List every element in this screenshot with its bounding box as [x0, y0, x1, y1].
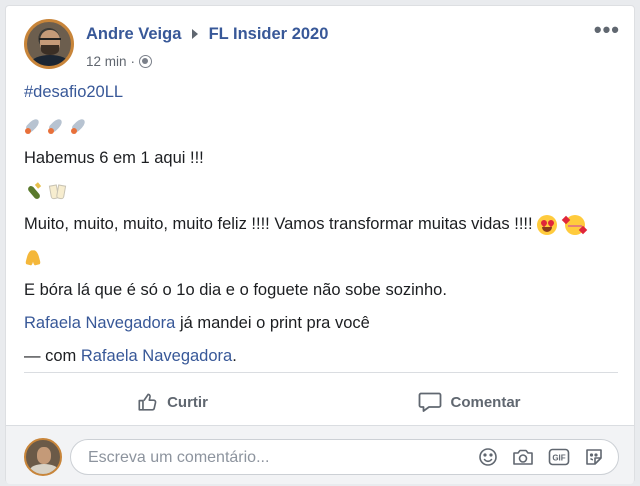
rocket-icon [24, 117, 42, 135]
comment-placeholder: Escreva um comentário... [88, 449, 270, 466]
folded-hands-icon [24, 249, 42, 267]
gif-icon[interactable]: GIF [548, 447, 570, 467]
mention-link[interactable]: Rafaela Navegadora [24, 314, 175, 332]
rockets-line [24, 115, 93, 136]
champagne-line [24, 181, 66, 202]
with-line: — com Rafaela Navegadora. [24, 346, 237, 367]
heart-eyes-emoji-icon [537, 214, 558, 235]
divider [24, 372, 618, 373]
with-prefix: — com [24, 347, 81, 365]
group-icon[interactable] [139, 55, 153, 68]
rocket-icon [70, 117, 88, 135]
text-feliz: Muito, muito, muito, muito feliz !!!! Va… [24, 215, 538, 233]
mention-text: já mandei o print pra você [175, 314, 370, 332]
comment-label: Comentar [450, 393, 521, 411]
post-title: Andre Veiga FL Insider 2020 [86, 25, 328, 44]
author-avatar[interactable] [24, 19, 74, 69]
text-line: Muito, muito, muito, muito feliz !!!! Va… [24, 214, 588, 235]
comment-input[interactable]: Escreva um comentário... GIF [70, 439, 619, 475]
with-suffix: . [232, 347, 237, 365]
mention-line: Rafaela Navegadora já mandei o print pra… [24, 313, 370, 334]
post-header: Andre Veiga FL Insider 2020 12 min · ••• [24, 19, 622, 69]
text-line: E bóra lá que é só o 1o dia e o foguete … [24, 281, 447, 299]
comment-tools: GIF [478, 447, 604, 467]
camera-icon[interactable] [512, 447, 534, 467]
thumbs-up-icon [138, 393, 157, 411]
post-card: Andre Veiga FL Insider 2020 12 min · •••… [5, 5, 635, 484]
comment-button[interactable]: Comentar [321, 380, 618, 424]
text-line: Habemus 6 em 1 aqui !!! [24, 149, 204, 167]
comment-composer: Escreva um comentário... GIF [6, 425, 634, 484]
clinking-glasses-icon [48, 183, 66, 201]
champagne-bottle-icon [24, 183, 42, 201]
viewer-avatar[interactable] [24, 438, 62, 476]
smiling-face-with-hearts-icon [561, 214, 588, 235]
speech-bubble-icon [419, 392, 442, 412]
hashtag-link[interactable]: #desafio20LL [24, 83, 123, 101]
like-button[interactable]: Curtir [24, 380, 321, 424]
post-timestamp[interactable]: 12 min [86, 54, 127, 69]
meta-dot: · [130, 54, 136, 69]
sticker-icon[interactable] [584, 447, 604, 467]
group-name-link[interactable]: FL Insider 2020 [209, 25, 329, 43]
action-bar: Curtir Comentar [24, 380, 618, 424]
like-label: Curtir [167, 393, 208, 411]
author-name-link[interactable]: Andre Veiga [86, 25, 181, 43]
post-meta: 12 min · [86, 54, 153, 69]
tagged-person-link[interactable]: Rafaela Navegadora [81, 347, 232, 365]
emoji-smile-icon[interactable] [478, 447, 498, 467]
hashtag-line: #desafio20LL [24, 82, 123, 103]
more-options-icon[interactable]: ••• [594, 19, 620, 41]
pray-line [24, 247, 42, 268]
gif-label: GIF [552, 454, 565, 463]
caret-right-icon [191, 29, 198, 40]
rocket-icon [47, 117, 65, 135]
